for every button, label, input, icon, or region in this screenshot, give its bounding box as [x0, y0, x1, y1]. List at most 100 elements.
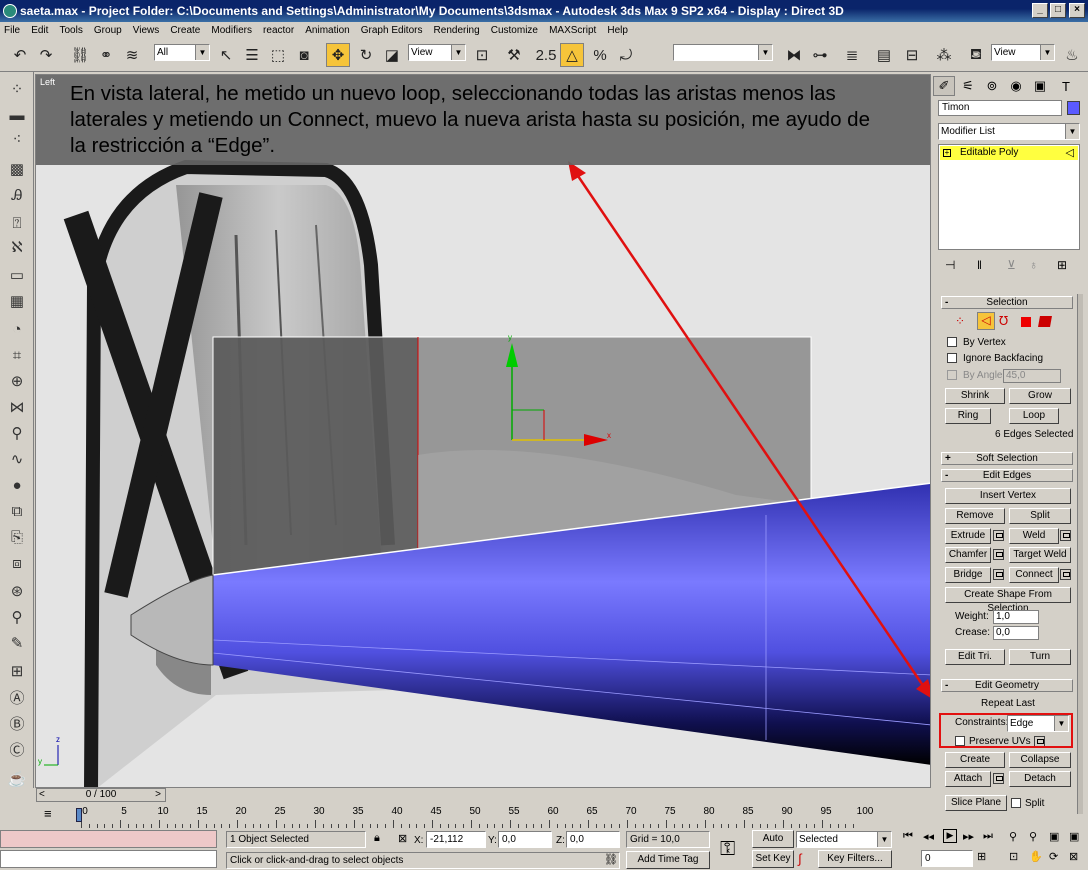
remove-modifier-icon[interactable]: ♁: [1029, 258, 1038, 272]
select-and-move-icon[interactable]: ✥: [326, 43, 350, 67]
crop-icon[interactable]: ⌗: [5, 344, 29, 366]
region-zoom-icon[interactable]: ⊡: [1009, 850, 1018, 863]
time-config-icon[interactable]: ⊞: [977, 850, 986, 863]
turn-button[interactable]: Turn: [1009, 649, 1071, 665]
time-next-button[interactable]: >: [155, 789, 161, 801]
selection-rollout-header[interactable]: - Selection: [941, 296, 1073, 309]
bridge-button[interactable]: Bridge: [945, 567, 991, 583]
menu-edit[interactable]: Edit: [27, 23, 52, 39]
bridge-settings-button[interactable]: [993, 569, 1004, 580]
wave-icon[interactable]: ∿: [5, 448, 29, 470]
make-unique-icon[interactable]: ⊻: [1007, 258, 1016, 272]
shrink-button[interactable]: Shrink: [945, 388, 1005, 404]
mirror-icon[interactable]: ⧓: [782, 43, 806, 67]
time-marker[interactable]: [76, 808, 82, 822]
arc-rotate-icon[interactable]: ⟳: [1049, 850, 1058, 863]
unlink-icon[interactable]: ⚭: [94, 43, 118, 67]
manipulate-icon[interactable]: ⚒: [502, 43, 526, 67]
select-and-scale-icon[interactable]: ◪: [380, 43, 404, 67]
z-coord-input[interactable]: 0,0: [566, 831, 620, 848]
redo-icon[interactable]: ↷: [34, 43, 58, 67]
lasso-icon[interactable]: ⊛: [5, 580, 29, 602]
layers-icon[interactable]: ⧉: [5, 500, 29, 522]
close-button[interactable]: ×: [1069, 3, 1085, 18]
edit-edges-rollout-header[interactable]: - Edit Edges: [941, 469, 1073, 482]
panel-scrollbar[interactable]: [1077, 294, 1083, 814]
auto-key-button[interactable]: Auto Key: [752, 830, 794, 860]
current-frame-input[interactable]: 0: [921, 850, 973, 867]
spinner-snap-icon[interactable]: ⤾: [614, 43, 638, 67]
menu-graph-editors[interactable]: Graph Editors: [357, 23, 427, 39]
stack-icon[interactable]: ⧈: [5, 552, 29, 574]
teapot-a-icon[interactable]: Ⓐ: [5, 686, 29, 708]
schematic-view-icon[interactable]: ⊟: [900, 43, 924, 67]
previous-frame-icon[interactable]: ◂◂: [923, 830, 934, 843]
rectangle-selection-icon[interactable]: ⬚: [266, 43, 290, 67]
split-button[interactable]: Split: [1009, 508, 1071, 524]
sphere-icon[interactable]: ●: [5, 474, 29, 496]
ruler-icon[interactable]: ▬: [5, 104, 29, 126]
modify-tab-icon[interactable]: ⚟: [957, 76, 979, 96]
grid-icon[interactable]: ▦: [5, 290, 29, 312]
lock-icon[interactable]: 🔒︎: [374, 832, 380, 845]
display-tab-icon[interactable]: ▣: [1029, 76, 1051, 96]
weld-button[interactable]: Weld: [1009, 528, 1059, 544]
viewport-label[interactable]: Left: [40, 77, 55, 87]
go-to-start-icon[interactable]: ⏮: [903, 830, 913, 843]
grow-button[interactable]: Grow: [1009, 388, 1071, 404]
zoom-extents-all-icon[interactable]: ▣: [1069, 830, 1079, 843]
loop-button[interactable]: Loop: [1009, 408, 1059, 424]
teapot-box-icon[interactable]: ⊞: [5, 660, 29, 682]
maxscript-listener-mini[interactable]: [0, 830, 217, 848]
crosshair-icon[interactable]: ⊕: [5, 370, 29, 392]
bind-space-warp-icon[interactable]: ≋: [120, 43, 144, 67]
time-slider[interactable]: < 0 / 100 >: [36, 788, 166, 802]
menu-file[interactable]: File: [0, 23, 24, 39]
snap-toggle-icon[interactable]: 2.5: [534, 43, 558, 67]
by-angle-checkbox[interactable]: [947, 370, 957, 380]
ignore-backfacing-checkbox[interactable]: [947, 353, 957, 363]
set-key-button[interactable]: Set Key: [752, 850, 794, 868]
track-bar[interactable]: 0 5 10 15 20 25 30 35 40 45 50 55 60 65 70 75 80 85 90 95 10…: [76, 806, 926, 828]
absolute-mode-icon[interactable]: ⊠: [398, 832, 407, 845]
soft-selection-rollout-header[interactable]: + Soft Selection: [941, 452, 1073, 465]
polygon-subobject-icon[interactable]: [1021, 317, 1031, 327]
curve-editor-icon[interactable]: ▤: [872, 43, 896, 67]
layer-manager-icon[interactable]: ≣: [840, 43, 864, 67]
align-icon[interactable]: ⊶: [808, 43, 832, 67]
teapot-icon[interactable]: ☕: [5, 768, 29, 790]
key-tangent-icon[interactable]: ∫: [798, 851, 802, 866]
menu-reactor[interactable]: reactor: [259, 23, 298, 39]
maximize-button[interactable]: □: [1050, 3, 1066, 18]
chamfer-settings-button[interactable]: [993, 549, 1004, 560]
selection-sets-icon[interactable]: ⁘: [5, 78, 29, 100]
remove-button[interactable]: Remove: [945, 508, 1005, 524]
split-checkbox[interactable]: [1011, 798, 1021, 808]
menu-animation[interactable]: Animation: [301, 23, 353, 39]
bowtie-icon[interactable]: ⋈: [5, 396, 29, 418]
hierarchy-tab-icon[interactable]: ⊚: [981, 76, 1003, 96]
pivot-center-icon[interactable]: ⊡: [470, 43, 494, 67]
attach-settings-button[interactable]: [993, 773, 1004, 784]
select-and-link-icon[interactable]: ⛓: [68, 43, 92, 67]
modifier-list-combo[interactable]: Modifier List ▼: [938, 123, 1080, 140]
set-key-icon[interactable]: ⚿: [720, 838, 735, 861]
magnify-icon[interactable]: ⚲: [5, 422, 29, 444]
menu-tools[interactable]: Tools: [55, 23, 86, 39]
menu-views[interactable]: Views: [129, 23, 164, 39]
by-angle-input[interactable]: 45,0: [1003, 369, 1061, 383]
edge-subobject-button[interactable]: ◁: [977, 312, 995, 330]
nodes-icon[interactable]: ⁖: [5, 128, 29, 150]
teapot-b-icon[interactable]: Ⓑ: [5, 712, 29, 734]
menu-maxscript[interactable]: MAXScript: [545, 23, 600, 39]
select-and-rotate-icon[interactable]: ↻: [354, 43, 378, 67]
maxscript-listener-output[interactable]: [0, 850, 217, 868]
percent-snap-icon[interactable]: %: [588, 43, 612, 67]
text-tool-icon[interactable]: Ꭿ: [5, 184, 29, 206]
key-selected-combo[interactable]: Selected ▼: [796, 831, 892, 848]
create-button[interactable]: Create: [945, 752, 1005, 768]
extrude-button[interactable]: Extrude: [945, 528, 991, 544]
stack-item-editable-poly[interactable]: + Editable Poly ◁: [940, 146, 1078, 160]
connect-button[interactable]: Connect: [1009, 567, 1059, 583]
window-crossing-icon[interactable]: ◙: [292, 43, 316, 67]
